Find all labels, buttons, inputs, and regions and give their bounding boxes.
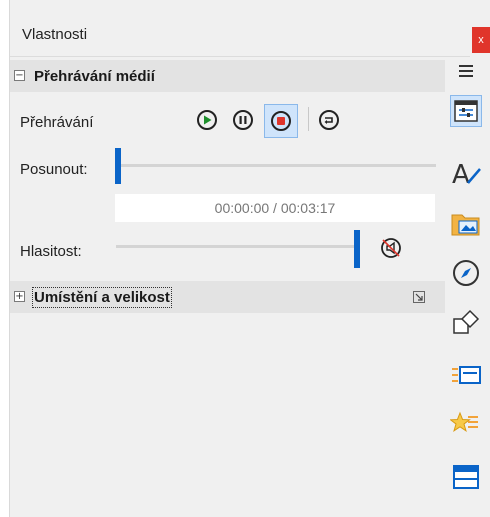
window-title: Vlastnosti	[22, 26, 88, 43]
mute-icon[interactable]	[379, 236, 403, 260]
sidebar-item-shapes[interactable]	[450, 307, 482, 339]
volume-slider-thumb[interactable]	[354, 230, 360, 268]
shapes-icon	[453, 309, 480, 334]
svg-text:A: A	[452, 160, 470, 189]
loop-icon[interactable]	[318, 109, 340, 131]
sidebar-item-properties[interactable]	[450, 95, 482, 127]
master-slides-icon	[453, 465, 479, 489]
playback-label: Přehrávání	[20, 114, 94, 131]
stop-icon	[271, 111, 291, 131]
collapse-toggle[interactable]: −	[14, 70, 25, 81]
navigator-icon	[453, 260, 479, 286]
media-section-title: Přehrávání médií	[34, 68, 155, 85]
seek-slider-thumb[interactable]	[115, 148, 121, 184]
properties-icon	[454, 100, 478, 122]
expand-toggle[interactable]: +	[14, 291, 25, 302]
seek-slider[interactable]	[118, 164, 436, 167]
expand-dialog-icon[interactable]	[413, 291, 425, 303]
menu-icon[interactable]	[459, 65, 473, 77]
sidebar-item-navigator[interactable]	[450, 257, 482, 289]
sidebar-tabbar: A	[446, 57, 490, 517]
sidebar-item-master-slides[interactable]	[450, 462, 482, 494]
sidebar-item-gallery[interactable]	[450, 207, 482, 239]
title-bar: Vlastnosti	[10, 14, 470, 57]
stop-button[interactable]	[264, 104, 298, 138]
window: Vlastnosti x − Přehrávání médií Přehrává…	[0, 0, 490, 517]
seek-label: Posunout:	[20, 161, 88, 178]
play-icon[interactable]	[196, 109, 218, 131]
time-text: 00:00:00 / 00:03:17	[214, 200, 336, 216]
sidebar-item-styles[interactable]: A	[450, 157, 482, 190]
left-edge	[0, 0, 10, 517]
volume-slider[interactable]	[116, 245, 360, 248]
position-section-header[interactable]: + Umístění a velikost	[10, 281, 445, 313]
gallery-icon	[451, 214, 480, 236]
volume-label: Hlasitost:	[20, 243, 82, 260]
media-section-header[interactable]: − Přehrávání médií	[10, 60, 445, 92]
styles-icon: A	[452, 160, 481, 190]
slide-transition-icon	[452, 366, 481, 384]
close-button[interactable]: x	[472, 27, 490, 53]
sidebar-item-slide-transition[interactable]	[450, 359, 482, 391]
time-display: 00:00:00 / 00:03:17	[115, 194, 435, 222]
animation-icon	[449, 411, 478, 432]
pause-icon[interactable]	[232, 109, 254, 131]
properties-panel: − Přehrávání médií Přehrávání Posunout: …	[10, 57, 445, 517]
toolbar-separator	[308, 107, 309, 131]
sidebar-item-animation[interactable]	[449, 409, 482, 441]
position-section-title: Umístění a velikost	[32, 287, 172, 308]
